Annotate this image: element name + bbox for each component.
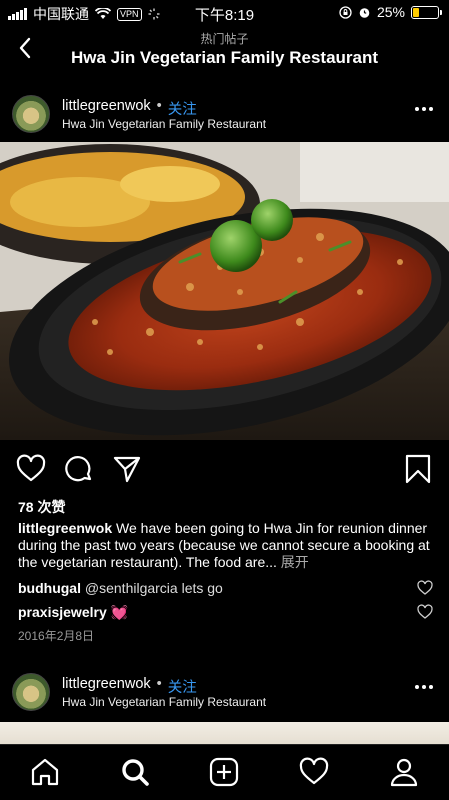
status-right: 25%: [339, 4, 442, 20]
comment-username[interactable]: budhugal: [18, 580, 81, 596]
search-icon[interactable]: [120, 757, 150, 787]
bottom-tab-bar: [0, 744, 449, 800]
post-header: littlegreenwok • 关注 Hwa Jin Vegetarian F…: [0, 82, 449, 142]
like-heart-icon[interactable]: [16, 454, 46, 484]
page-header: 热门帖子 Hwa Jin Vegetarian Family Restauran…: [0, 24, 449, 78]
post-caption: littlegreenwok We have been going to Hwa…: [18, 520, 433, 571]
post-photo[interactable]: [0, 142, 449, 440]
page-title: Hwa Jin Vegetarian Family Restaurant: [70, 48, 379, 67]
separator-dot: •: [156, 676, 162, 692]
post-date: 2016年2月8日: [18, 629, 95, 643]
likes-count[interactable]: 78 次赞: [18, 497, 65, 517]
comment-icon[interactable]: [64, 454, 94, 484]
bookmark-icon[interactable]: [403, 454, 433, 484]
follow-button[interactable]: 关注: [168, 676, 197, 697]
send-icon[interactable]: [112, 454, 142, 484]
battery-percent: 25%: [376, 4, 405, 20]
comment-like-icon[interactable]: [417, 580, 433, 596]
orientation-lock-icon: [339, 5, 352, 19]
comment-like-icon[interactable]: [417, 604, 433, 620]
avatar[interactable]: [12, 95, 50, 133]
add-post-icon[interactable]: [209, 757, 239, 787]
post-header: littlegreenwok • 关注 Hwa Jin Vegetarian F…: [0, 660, 449, 720]
status-bar: 中国联通 VPN 下午8:19 25%: [0, 0, 449, 24]
more-options-icon[interactable]: [415, 685, 433, 689]
post-location[interactable]: Hwa Jin Vegetarian Family Restaurant: [62, 117, 266, 131]
separator-dot: •: [156, 98, 162, 114]
comment-username[interactable]: praxisjewelry: [18, 604, 107, 620]
post-username[interactable]: littlegreenwok: [62, 676, 151, 697]
alarm-icon: [359, 7, 370, 18]
comment-text: 💓: [110, 604, 129, 620]
battery-icon: [411, 5, 442, 19]
comment-row: praxisjewelry 💓: [18, 604, 418, 621]
avatar[interactable]: [12, 673, 50, 711]
post-photo[interactable]: [0, 722, 449, 744]
comment-row: budhugal @senthilgarcia lets go: [18, 580, 418, 596]
caption-expand-link[interactable]: 展开: [281, 554, 309, 570]
activity-heart-icon[interactable]: [299, 757, 329, 787]
home-icon[interactable]: [30, 757, 60, 787]
food-photo-image: [0, 142, 449, 440]
profile-icon[interactable]: [389, 757, 419, 787]
comment-text: @senthilgarcia lets go: [84, 580, 223, 596]
more-options-icon[interactable]: [415, 107, 433, 111]
page-subtitle: 热门帖子: [200, 32, 249, 46]
post-actions: [0, 450, 449, 490]
post-username[interactable]: littlegreenwok: [62, 98, 151, 119]
post-location[interactable]: Hwa Jin Vegetarian Family Restaurant: [62, 695, 266, 709]
caption-username[interactable]: littlegreenwok: [18, 520, 112, 536]
follow-button[interactable]: 关注: [168, 98, 197, 119]
